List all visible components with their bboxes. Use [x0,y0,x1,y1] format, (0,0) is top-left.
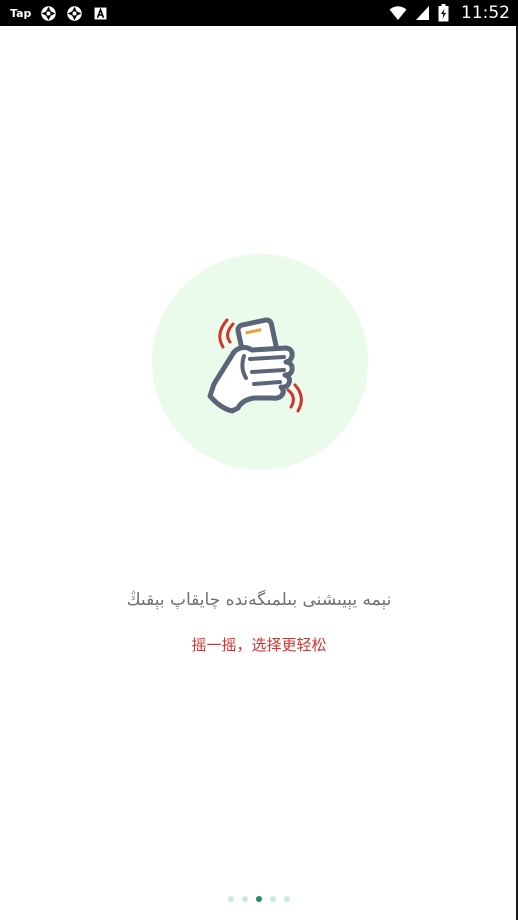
page-dot[interactable] [242,896,248,902]
onboarding-screen: Tap 11:52 نېمە يېيىشنى بىلمىگەندە چايقاپ… [0,0,518,920]
page-dot[interactable] [284,896,290,902]
hand-shaking-phone-icon [207,317,303,414]
status-bar-left: Tap [10,0,109,26]
wifi-icon [389,6,407,20]
page-dot-active[interactable] [256,896,262,902]
intro-title: نېمە يېيىشنى بىلمىگەندە چايقاپ بېقىڭ [126,590,392,610]
page-dot[interactable] [228,896,234,902]
font-icon [94,6,107,19]
signal-icon [416,6,429,20]
page-dot[interactable] [270,896,276,902]
status-bar-right: 11:52 [389,0,510,26]
aperture-icon [41,5,57,21]
battery-icon [438,4,449,22]
status-time: 11:52 [461,3,510,23]
aperture-icon [67,5,83,21]
status-bar: Tap 11:52 [0,0,518,26]
tap-app-label: Tap [10,6,32,20]
page-indicator [0,896,518,904]
intro-subtitle: 摇一摇，选择更轻松 [191,636,327,654]
